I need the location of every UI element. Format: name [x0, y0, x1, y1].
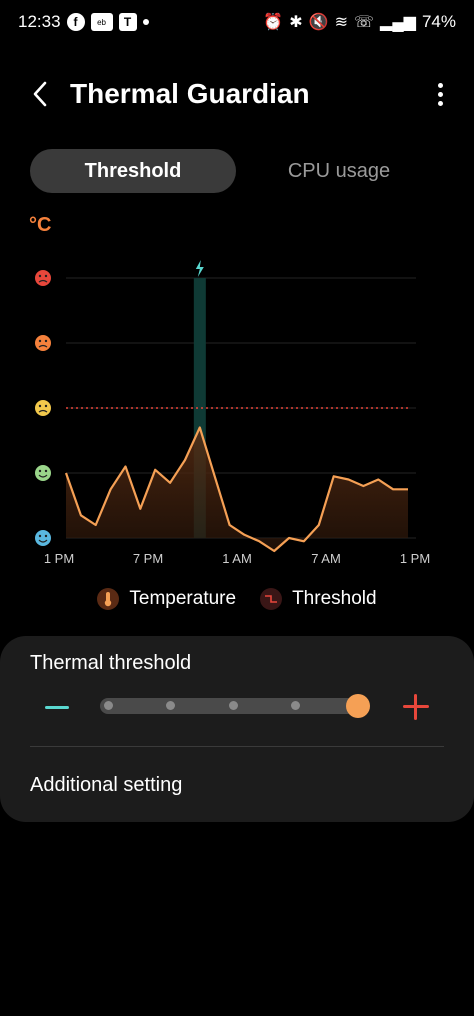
tab-threshold[interactable]: Threshold	[30, 149, 236, 193]
threshold-slider[interactable]	[100, 694, 378, 718]
decrease-button[interactable]	[44, 692, 70, 722]
slider-thumb[interactable]	[346, 694, 370, 718]
minus-icon	[45, 705, 69, 709]
smile-face-icon	[35, 465, 51, 481]
thermal-threshold-label: Thermal threshold	[30, 652, 192, 674]
alarm-icon: ⏰	[263, 14, 284, 31]
more-options-button[interactable]	[428, 76, 452, 112]
facebook-icon: f	[66, 13, 85, 31]
x-tick-label: 1 PM	[44, 551, 74, 566]
threshold-step-icon	[260, 588, 283, 610]
slider-step-dot	[103, 701, 113, 710]
clock: 12:33	[18, 12, 61, 31]
x-tick-label: 7 AM	[311, 551, 341, 566]
sweat-face-icon	[35, 335, 51, 351]
slider-step-dot	[166, 701, 175, 710]
slider-step-dot	[291, 701, 300, 710]
status-bar: 12:33 f eb T ⏰ ✱ 🔇 ≋ ☏ ▂▄▆ 74%	[0, 0, 474, 44]
wifi-icon: ≋	[334, 14, 348, 31]
tab-cpu-usage[interactable]: CPU usage	[236, 149, 442, 193]
page-title: Thermal Guardian	[70, 78, 310, 109]
thermometer-icon	[97, 588, 120, 610]
temperature-chart: 1 PM 7 PM 1 AM 7 AM 1 PM	[35, 260, 430, 566]
x-tick-label: 1 PM	[400, 551, 430, 566]
call-icon: ☏	[354, 14, 375, 31]
back-arrow-icon	[33, 81, 47, 107]
increase-button[interactable]	[403, 692, 429, 722]
signal-icon: ▂▄▆	[380, 14, 416, 31]
mute-icon: 🔇	[308, 14, 329, 31]
back-button[interactable]	[22, 76, 58, 112]
threshold-card: Thermal threshold Additional setting	[0, 636, 474, 822]
legend-threshold: Threshold	[260, 588, 377, 610]
chart-legend: Temperature Threshold	[0, 588, 474, 610]
battery-level: 74%	[421, 12, 456, 31]
tab-bar: Threshold CPU usage	[30, 149, 442, 193]
x-tick-label: 7 PM	[133, 551, 163, 566]
more-vertical-icon	[437, 82, 443, 88]
lightning-icon	[195, 260, 204, 277]
bluetooth-icon: ✱	[289, 14, 303, 31]
ebay-icon: eb	[90, 13, 113, 31]
legend-threshold-label: Threshold	[292, 588, 377, 609]
app-header: Thermal Guardian	[0, 66, 474, 122]
legend-temperature: Temperature	[97, 588, 236, 610]
teams-icon: T	[118, 13, 137, 31]
hot-face-icon	[35, 270, 51, 286]
additional-setting-item[interactable]: Additional setting	[30, 774, 182, 797]
more-notifications-dot	[142, 19, 149, 25]
cool-face-icon	[35, 530, 51, 546]
temperature-area	[66, 427, 408, 551]
uneasy-face-icon	[35, 400, 51, 416]
legend-temperature-label: Temperature	[129, 588, 237, 609]
unit-label: °C	[29, 214, 52, 236]
slider-step-dot	[228, 701, 238, 710]
x-tick-label: 1 AM	[222, 551, 252, 566]
divider	[30, 746, 444, 747]
